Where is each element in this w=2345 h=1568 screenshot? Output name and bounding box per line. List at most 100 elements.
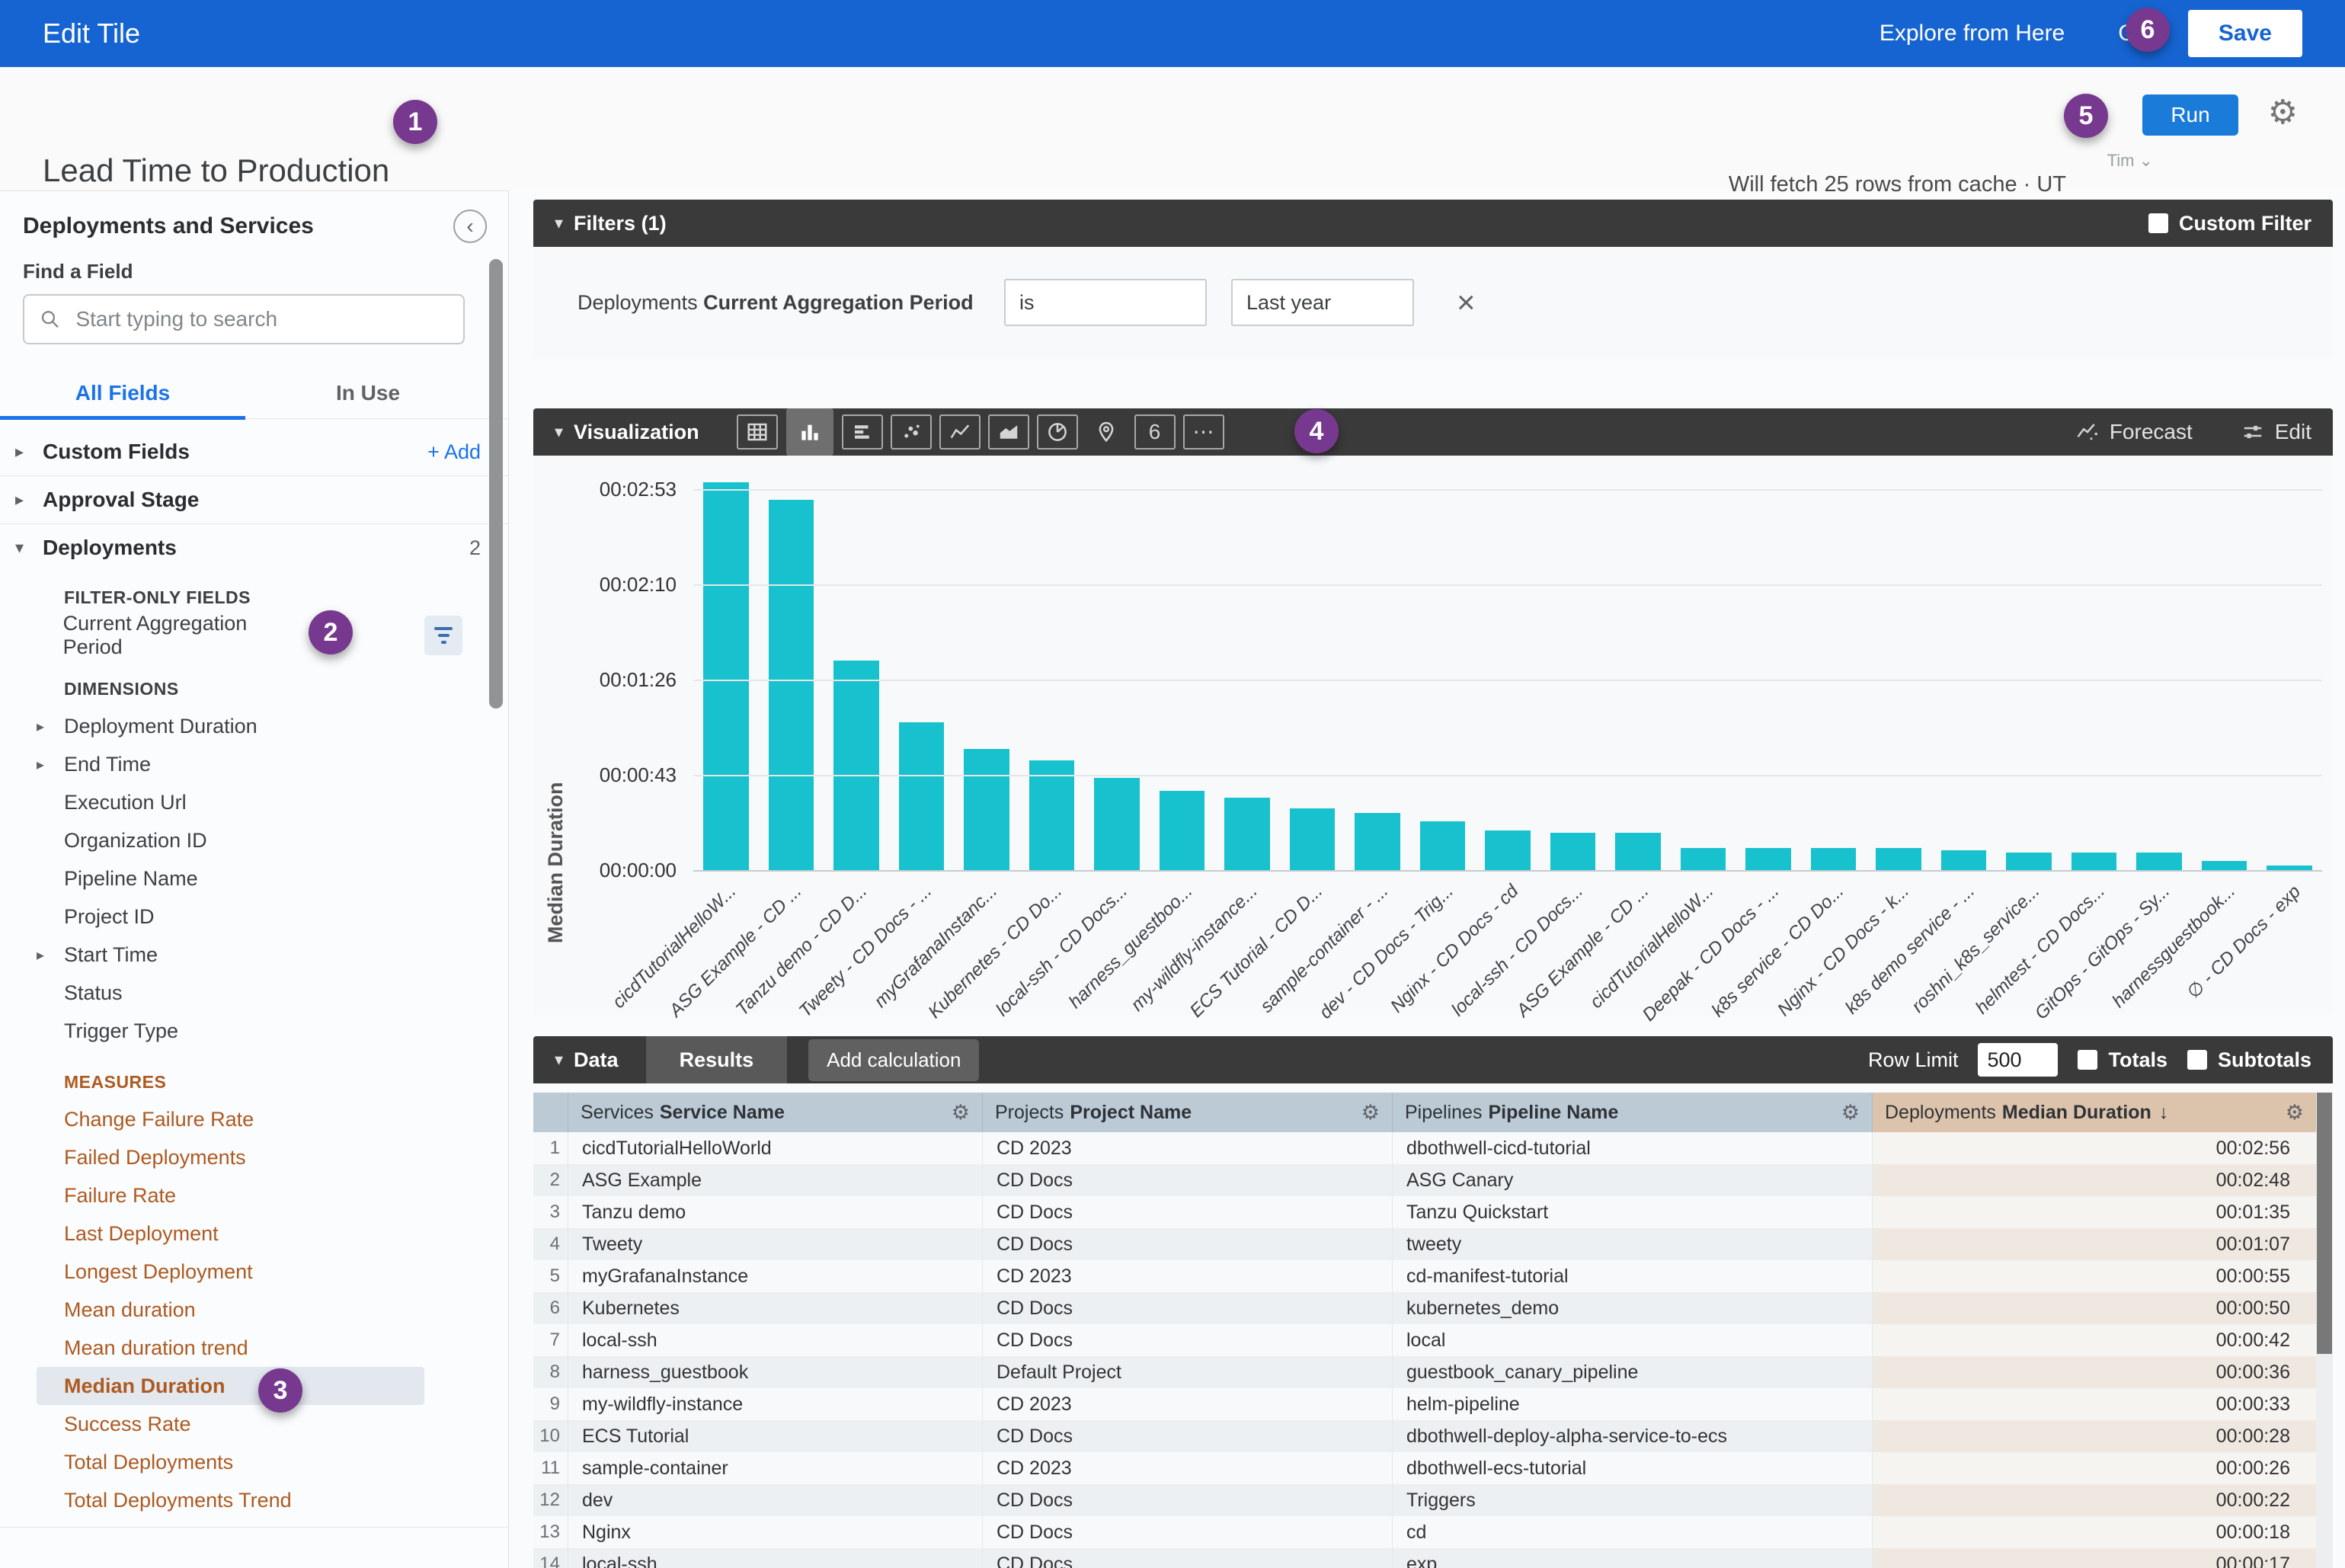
cell-project-name[interactable]: Default Project [983, 1356, 1393, 1388]
cell-project-name[interactable]: CD Docs [983, 1196, 1393, 1228]
cell-median-duration[interactable]: 00:00:26 [1873, 1452, 2316, 1484]
cell-median-duration[interactable]: 00:00:50 [1873, 1292, 2316, 1324]
cell-service-name[interactable]: Nginx [568, 1516, 983, 1548]
field-current-aggregation-period[interactable]: Current Aggregation Period [37, 614, 462, 657]
area-chart-icon[interactable] [988, 414, 1029, 450]
save-button[interactable]: Save [2188, 10, 2302, 57]
sidebar-field-dimension[interactable]: Status [37, 974, 424, 1012]
column-gear-icon[interactable]: ⚙ [2286, 1101, 2304, 1125]
table-row[interactable]: 11 sample-container CD 2023 dbothwell-ec… [533, 1452, 2316, 1484]
table-row[interactable]: 4 Tweety CD Docs tweety 00:01:07 [533, 1228, 2316, 1260]
table-chart-icon[interactable] [737, 414, 778, 450]
bar[interactable] [899, 722, 945, 870]
cell-median-duration[interactable]: 00:00:22 [1873, 1484, 2316, 1516]
cell-project-name[interactable]: CD Docs [983, 1484, 1393, 1516]
cell-pipeline-name[interactable]: local [1393, 1324, 1873, 1356]
table-row[interactable]: 5 myGrafanaInstance CD 2023 cd-manifest-… [533, 1260, 2316, 1292]
bar[interactable] [1876, 848, 1921, 870]
settings-gear-icon[interactable]: ⚙ [2268, 93, 2298, 132]
bar[interactable] [769, 500, 814, 870]
cell-service-name[interactable]: Tweety [568, 1228, 983, 1260]
cell-pipeline-name[interactable]: cd [1393, 1516, 1873, 1548]
cell-pipeline-name[interactable]: Triggers [1393, 1484, 1873, 1516]
tab-all-fields[interactable]: All Fields [0, 372, 245, 418]
cell-pipeline-name[interactable]: Tanzu Quickstart [1393, 1196, 1873, 1228]
cell-project-name[interactable]: CD Docs [983, 1420, 1393, 1452]
sidebar-field-dimension[interactable]: Execution Url [37, 783, 424, 821]
bar[interactable] [1615, 833, 1661, 870]
cell-pipeline-name[interactable]: dbothwell-cicd-tutorial [1393, 1132, 1873, 1164]
sidebar-field-dimension[interactable]: ▸ Start Time [37, 936, 424, 974]
cell-project-name[interactable]: CD 2023 [983, 1260, 1393, 1292]
cell-median-duration[interactable]: 00:00:36 [1873, 1356, 2316, 1388]
cell-median-duration[interactable]: 00:00:55 [1873, 1260, 2316, 1292]
cell-project-name[interactable]: CD Docs [983, 1324, 1393, 1356]
cell-project-name[interactable]: CD 2023 [983, 1452, 1393, 1484]
bar[interactable] [2202, 861, 2247, 870]
sidebar-field-dimension[interactable]: Pipeline Name [37, 859, 424, 898]
cell-project-name[interactable]: CD Docs [983, 1228, 1393, 1260]
table-row[interactable]: 6 Kubernetes CD Docs kubernetes_demo 00:… [533, 1292, 2316, 1324]
add-custom-field-button[interactable]: + Add [427, 440, 481, 464]
bar[interactable] [1681, 848, 1726, 870]
cell-pipeline-name[interactable]: tweety [1393, 1228, 1873, 1260]
scatter-chart-icon[interactable] [891, 414, 932, 450]
bar[interactable] [833, 661, 879, 870]
cell-pipeline-name[interactable]: exp [1393, 1548, 1873, 1568]
cell-service-name[interactable]: ASG Example [568, 1164, 983, 1196]
cell-project-name[interactable]: CD 2023 [983, 1132, 1393, 1164]
cell-project-name[interactable]: CD Docs [983, 1164, 1393, 1196]
cell-service-name[interactable]: local-ssh [568, 1324, 983, 1356]
add-calculation-button[interactable]: Add calculation [808, 1039, 979, 1081]
cell-service-name[interactable]: Kubernetes [568, 1292, 983, 1324]
sidebar-field-dimension[interactable]: ▸ Deployment Duration [37, 707, 424, 745]
custom-filter-toggle[interactable]: Custom Filter [2148, 212, 2311, 235]
tab-in-use[interactable]: In Use [245, 372, 491, 418]
table-row[interactable]: 12 dev CD Docs Triggers 00:00:22 [533, 1484, 2316, 1516]
cell-service-name[interactable]: myGrafanaInstance [568, 1260, 983, 1292]
bar[interactable] [2136, 853, 2182, 870]
bar-chart-icon[interactable] [842, 414, 883, 450]
table-row[interactable]: 13 Nginx CD Docs cd 00:00:18 [533, 1516, 2316, 1548]
cell-pipeline-name[interactable]: guestbook_canary_pipeline [1393, 1356, 1873, 1388]
bar[interactable] [1420, 821, 1466, 870]
caret-down-icon[interactable]: ▾ [555, 422, 563, 442]
bar[interactable] [1160, 791, 1205, 870]
bar[interactable] [2071, 853, 2117, 870]
sidebar-field-measure[interactable]: Median Duration [37, 1367, 424, 1405]
sidebar-field-dimension[interactable]: Organization ID [37, 821, 424, 859]
table-row[interactable]: 14 local-ssh CD Docs exp 00:00:17 [533, 1548, 2316, 1568]
sidebar-field-dimension[interactable]: ▸ End Time [37, 745, 424, 783]
map-pin-icon[interactable] [1086, 414, 1127, 450]
cell-service-name[interactable]: local-ssh [568, 1548, 983, 1568]
filter-value-input[interactable]: Last year [1231, 279, 1414, 326]
table-row[interactable]: 7 local-ssh CD Docs local 00:00:42 [533, 1324, 2316, 1356]
caret-down-icon[interactable]: ▾ [555, 1050, 563, 1070]
cell-median-duration[interactable]: 00:01:35 [1873, 1196, 2316, 1228]
cell-pipeline-name[interactable]: dbothwell-deploy-alpha-service-to-ecs [1393, 1420, 1873, 1452]
cell-pipeline-name[interactable]: ASG Canary [1393, 1164, 1873, 1196]
cell-project-name[interactable]: CD Docs [983, 1548, 1393, 1568]
cell-pipeline-name[interactable]: helm-pipeline [1393, 1388, 1873, 1420]
cell-pipeline-name[interactable]: cd-manifest-tutorial [1393, 1260, 1873, 1292]
cell-median-duration[interactable]: 00:00:28 [1873, 1420, 2316, 1452]
table-row[interactable]: 9 my-wildfly-instance CD 2023 helm-pipel… [533, 1388, 2316, 1420]
sidebar-field-measure[interactable]: Mean duration [37, 1291, 424, 1329]
row-limit-input[interactable] [1978, 1043, 2058, 1077]
collapse-sidebar-button[interactable]: ‹ [453, 210, 487, 243]
cell-median-duration[interactable]: 00:00:33 [1873, 1388, 2316, 1420]
cell-median-duration[interactable]: 00:00:17 [1873, 1548, 2316, 1568]
totals-checkbox[interactable] [2078, 1050, 2097, 1070]
totals-toggle[interactable]: Totals [2078, 1048, 2167, 1072]
cell-pipeline-name[interactable]: kubernetes_demo [1393, 1292, 1873, 1324]
line-chart-icon[interactable] [939, 414, 981, 450]
sidebar-field-measure[interactable]: Success Rate [37, 1405, 424, 1443]
cell-service-name[interactable]: dev [568, 1484, 983, 1516]
cell-median-duration[interactable]: 00:02:48 [1873, 1164, 2316, 1196]
subtotals-toggle[interactable]: Subtotals [2187, 1048, 2311, 1072]
bar[interactable] [1355, 813, 1400, 870]
sidebar-field-measure[interactable]: Failure Rate [37, 1176, 424, 1214]
bar[interactable] [1811, 848, 1857, 870]
table-row[interactable]: 3 Tanzu demo CD Docs Tanzu Quickstart 00… [533, 1196, 2316, 1228]
column-gear-icon[interactable]: ⚙ [952, 1101, 970, 1125]
